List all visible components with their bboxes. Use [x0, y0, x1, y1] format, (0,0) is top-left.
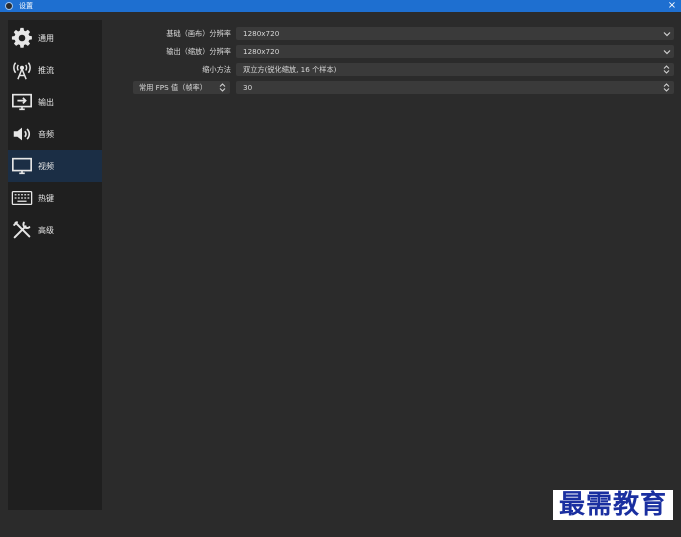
- chevron-down-icon: [661, 28, 672, 39]
- fps-row: 常用 FPS 值（帧率） 30: [0, 81, 681, 94]
- updown-arrows-icon: [661, 82, 672, 93]
- keyboard-icon: [10, 186, 34, 210]
- base-resolution-label: 基础（画布）分辨率: [166, 29, 231, 38]
- output-resolution-select[interactable]: 1280x720: [236, 45, 674, 58]
- sidebar-item-advanced[interactable]: 高级: [8, 214, 102, 246]
- sidebar-item-label: 高级: [38, 225, 54, 235]
- output-resolution-label: 输出（缩放）分辨率: [166, 47, 231, 56]
- title-bar: 设置 ×: [0, 0, 681, 12]
- base-resolution-value: 1280x720: [243, 29, 280, 38]
- sidebar-item-label: 音频: [38, 129, 54, 139]
- updown-arrows-icon: [217, 82, 228, 93]
- downscale-filter-label: 缩小方法: [202, 65, 231, 74]
- fps-type-value: 常用 FPS 值（帧率）: [139, 83, 207, 92]
- monitor-icon: [10, 154, 34, 178]
- sidebar-item-label: 热键: [38, 193, 54, 203]
- sidebar-item-audio[interactable]: 音频: [8, 118, 102, 150]
- base-resolution-row: 基础（画布）分辨率 1280x720: [0, 27, 681, 40]
- downscale-filter-value: 双立方(锐化缩放, 16 个样本): [243, 65, 337, 74]
- updown-arrows-icon: [661, 64, 672, 75]
- chevron-down-icon: [661, 46, 672, 57]
- base-resolution-select[interactable]: 1280x720: [236, 27, 674, 40]
- close-icon[interactable]: ×: [666, 0, 678, 12]
- downscale-filter-row: 缩小方法 双立方(锐化缩放, 16 个样本): [0, 63, 681, 76]
- watermark-logo: 最需教育: [552, 490, 673, 520]
- sidebar-item-label: 输出: [38, 97, 54, 107]
- app-logo-icon: [5, 2, 13, 10]
- speaker-icon: [10, 122, 34, 146]
- sidebar-item-label: 视频: [38, 161, 54, 171]
- downscale-filter-select[interactable]: 双立方(锐化缩放, 16 个样本): [236, 63, 674, 76]
- sidebar-item-hotkeys[interactable]: 热键: [8, 182, 102, 214]
- window-title: 设置: [19, 2, 33, 10]
- fps-type-select[interactable]: 常用 FPS 值（帧率）: [133, 81, 230, 94]
- sidebar-item-video[interactable]: 视频: [8, 150, 102, 182]
- fps-value: 30: [243, 83, 253, 92]
- output-resolution-row: 输出（缩放）分辨率 1280x720: [0, 45, 681, 58]
- output-resolution-value: 1280x720: [243, 47, 280, 56]
- fps-value-select[interactable]: 30: [236, 81, 674, 94]
- tools-icon: [10, 218, 34, 242]
